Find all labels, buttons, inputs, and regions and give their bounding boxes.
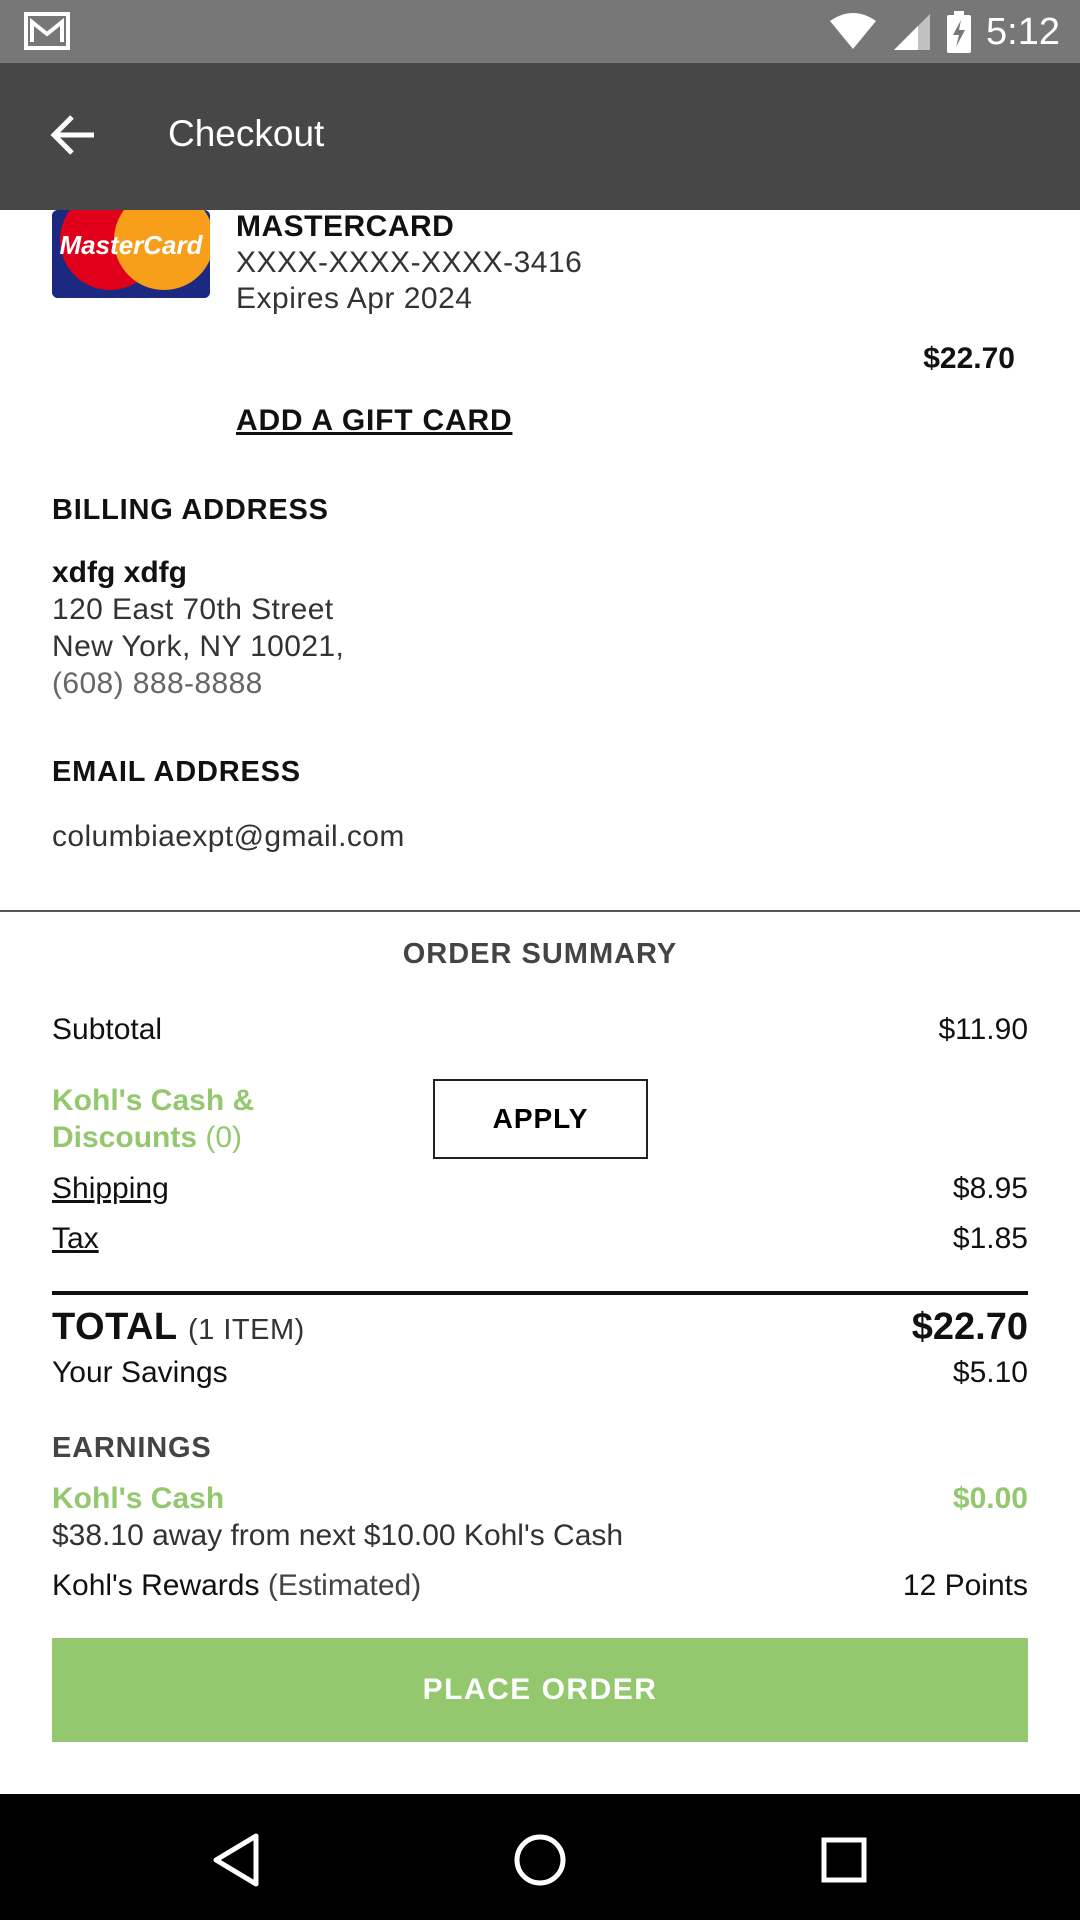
billing-city: New York, NY 10021,: [52, 630, 345, 663]
total-items: (1 ITEM): [188, 1314, 305, 1346]
kohls-cash-discounts-label: Kohl's Cash & Discounts (0): [52, 1082, 254, 1156]
kohls-cash-line2: Discounts: [52, 1121, 198, 1154]
home-circle-icon[interactable]: [510, 1830, 570, 1890]
subtotal-value: $11.90: [938, 1013, 1028, 1046]
card-expiry: Expires Apr 2024: [236, 282, 473, 315]
earnings-heading: EARNINGS: [52, 1432, 212, 1464]
kohls-cash-line1: Kohl's Cash &: [52, 1084, 255, 1117]
clock: 5:12: [986, 10, 1060, 53]
tax-link[interactable]: Tax: [52, 1222, 99, 1256]
battery-charging-icon: [947, 11, 972, 53]
email-value: columbiaexpt@gmail.com: [52, 820, 405, 853]
gmail-icon: [24, 12, 70, 50]
checkout-content[interactable]: MasterCard MASTERCARD XXXX-XXXX-XXXX-341…: [0, 210, 1080, 1794]
earnings-kohls-cash-label: Kohl's Cash: [52, 1482, 225, 1515]
page-title: Checkout: [168, 113, 325, 154]
arrow-left-icon[interactable]: [48, 109, 100, 161]
rewards-label-text: Kohl's Rewards: [52, 1569, 260, 1602]
tax-value: $1.85: [952, 1222, 1028, 1255]
savings-label: Your Savings: [52, 1356, 228, 1389]
billing-address-heading: BILLING ADDRESS: [52, 494, 329, 526]
cellular-signal-icon: [894, 14, 931, 50]
order-summary-title: ORDER SUMMARY: [402, 938, 678, 970]
kohls-cash-progress-note: $38.10 away from next $10.00 Kohl's Cash: [52, 1519, 624, 1552]
apply-button[interactable]: APPLY: [433, 1079, 648, 1159]
email-address-heading: EMAIL ADDRESS: [52, 756, 301, 788]
billing-name: xdfg xdfg: [52, 556, 187, 589]
mastercard-logo-text: MasterCard: [59, 230, 203, 260]
card-name: MASTERCARD: [236, 210, 455, 243]
total-label: TOTAL (1 ITEM): [52, 1306, 305, 1349]
rewards-value: 12 Points: [902, 1569, 1028, 1602]
status-icons: 5:12: [828, 6, 1060, 58]
subtotal-label: Subtotal: [52, 1013, 163, 1046]
divider: [0, 910, 1080, 912]
rewards-estimated: (Estimated): [267, 1569, 422, 1602]
total-divider: [52, 1291, 1028, 1295]
wifi-icon: [830, 13, 877, 49]
shipping-value: $8.95: [952, 1172, 1028, 1205]
recents-square-icon[interactable]: [814, 1830, 874, 1890]
total-text: TOTAL: [52, 1306, 177, 1348]
savings-value: $5.10: [952, 1356, 1028, 1389]
total-value: $22.70: [911, 1306, 1028, 1348]
billing-street: 120 East 70th Street: [52, 593, 334, 626]
card-number: XXXX-XXXX-XXXX-3416: [236, 246, 583, 279]
app-bar: Checkout: [0, 63, 1080, 210]
add-gift-card-link[interactable]: ADD A GIFT CARD: [236, 404, 512, 438]
kohls-cash-count: (0): [205, 1121, 243, 1154]
navigation-bar: [0, 1794, 1080, 1920]
shipping-link[interactable]: Shipping: [52, 1172, 169, 1206]
card-amount: $22.70: [923, 342, 1015, 375]
mastercard-logo-icon: MasterCard: [52, 210, 210, 298]
status-bar: 5:12: [0, 0, 1080, 63]
rewards-label: Kohl's Rewards (Estimated): [52, 1569, 421, 1603]
billing-phone: (608) 888-8888: [52, 667, 263, 700]
back-triangle-icon[interactable]: [206, 1830, 266, 1890]
earnings-kohls-cash-value: $0.00: [952, 1482, 1028, 1515]
place-order-button[interactable]: PLACE ORDER: [52, 1638, 1028, 1742]
